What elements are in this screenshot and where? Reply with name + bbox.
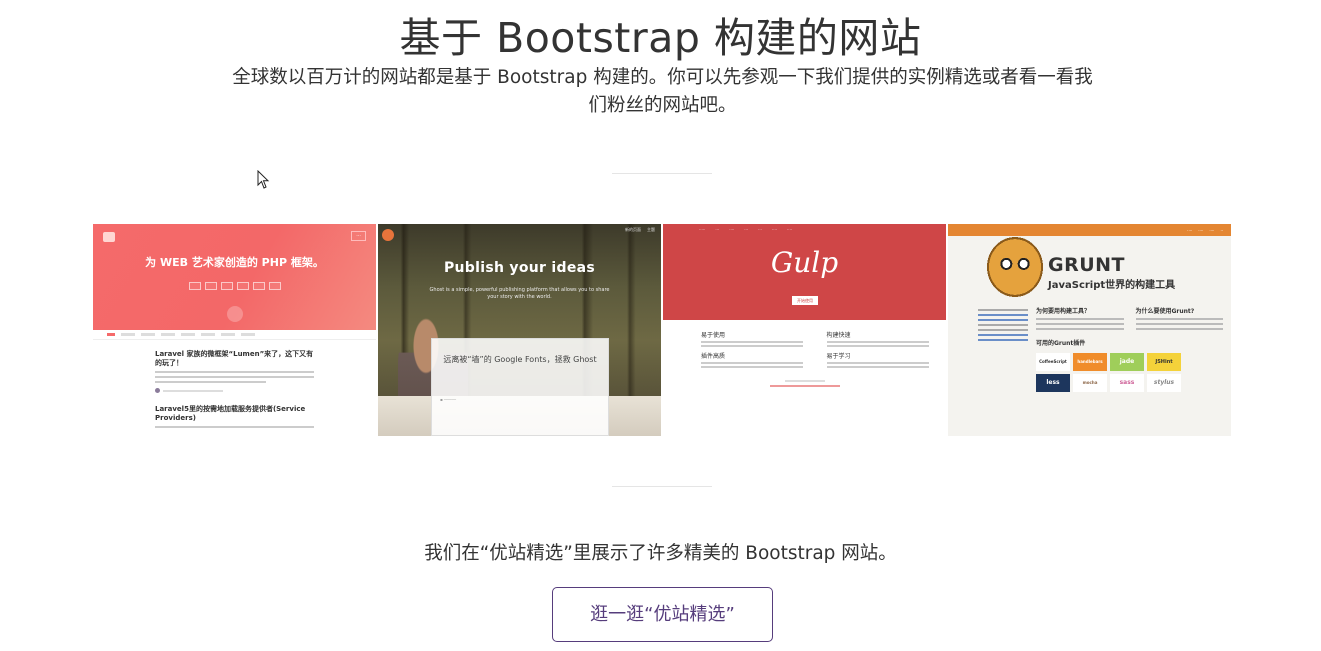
scroll-down-icon <box>227 306 243 322</box>
section-lead: 全球数以百万计的网站都是基于 Bootstrap 构建的。你可以先参观一下我们提… <box>232 67 1093 116</box>
grunt-body: 为何要用构建工具？ 为什么要使用Grunt? 可用的Grunt插件 Coffee… <box>948 296 1231 436</box>
divider-top <box>612 173 712 174</box>
grunt-topbar: ···· ···· ···· ·· <box>948 224 1231 236</box>
laravel-post-title: Laravel 家族的微框架“Lumen”来了，这下又有的玩了！ <box>155 350 314 367</box>
showcase-thumb-grunt[interactable]: ···· ···· ···· ·· GRUNT JavaScript世界的构建工具 为… <box>948 224 1231 436</box>
gulp-footer <box>663 380 946 387</box>
grunt-plugin-grid: CoffeeScript handlebars jade JSHint less… <box>1036 353 1223 392</box>
visit-showcase-button[interactable]: 逛一逛“优站精选” <box>552 587 773 642</box>
showcase-caption: 我们在“优站精选”里展示了许多精美的 Bootstrap 网站。 <box>424 543 897 564</box>
showcase-thumb-laravel[interactable]: ··· 为 WEB 艺术家创造的 PHP 框架。 Laravel 家族的微框架“… <box>93 224 376 436</box>
laravel-post-title: Laravel5里的按需地加载服务提供者(Service Providers) <box>155 405 306 422</box>
ghost-post-card: 远离被“墙”的 Google Fonts，拯救 Ghost ▪ ───── <box>431 338 609 436</box>
grunt-boar-logo-icon <box>986 236 1044 298</box>
grunt-sidebar <box>978 306 1028 436</box>
showcase-gallery: ··· 为 WEB 艺术家创造的 PHP 框架。 Laravel 家族的微框架“… <box>93 224 1233 436</box>
showcase-thumb-ghost[interactable]: 新的页面 主题 Publish your ideas Ghost is a si… <box>378 224 661 436</box>
grunt-name: GRUNT <box>1048 254 1126 276</box>
grunt-subtitle: JavaScript世界的构建工具 <box>1048 280 1176 291</box>
laravel-hero: ··· 为 WEB 艺术家创造的 PHP 框架。 <box>93 224 376 330</box>
ghost-badge <box>382 229 394 241</box>
showcase-thumb-gulp[interactable]: ····· ··· ···· ··· ··· ···· ···· Gulp 开始使用 易于使… <box>663 224 946 436</box>
divider-bottom <box>612 486 712 487</box>
ghost-hero-title: Publish your ideas <box>443 260 595 276</box>
laravel-nav <box>93 330 376 340</box>
laravel-post: Laravel5里的按需地加载服务提供者(Service Providers) <box>93 393 376 428</box>
mouse-cursor-icon <box>257 170 270 189</box>
ghost-post-title: 远离被“墙”的 Google Fonts，拯救 Ghost <box>443 355 597 364</box>
ghost-nav: 新的页面 主题 <box>625 227 655 232</box>
laravel-logo <box>103 232 115 242</box>
gulp-nav: ····· ··· ···· ··· ··· ···· ···· <box>699 227 793 232</box>
ghost-hero-subtitle: Ghost is a simple, powerful publishing p… <box>429 287 610 300</box>
gulp-logo: Gulp <box>770 246 839 279</box>
gulp-features: 易于使用 构建快速 插件高质 易于学习 <box>663 320 946 368</box>
laravel-post: Laravel 家族的微框架“Lumen”来了，这下又有的玩了！ <box>93 340 376 393</box>
gulp-start-button: 开始使用 <box>792 296 818 305</box>
gulp-hero: ····· ··· ···· ··· ··· ···· ···· Gulp 开始使用 <box>663 224 946 320</box>
laravel-header-button: ··· <box>351 231 366 241</box>
laravel-doc-buttons <box>93 282 376 290</box>
section-title: 基于 Bootstrap 构建的网站 <box>399 14 922 62</box>
laravel-hero-title: 为 WEB 艺术家创造的 PHP 框架。 <box>145 256 324 269</box>
ghost-post-meta: ▪ ───── <box>440 397 457 402</box>
grunt-header: GRUNT JavaScript世界的构建工具 <box>948 236 1231 298</box>
